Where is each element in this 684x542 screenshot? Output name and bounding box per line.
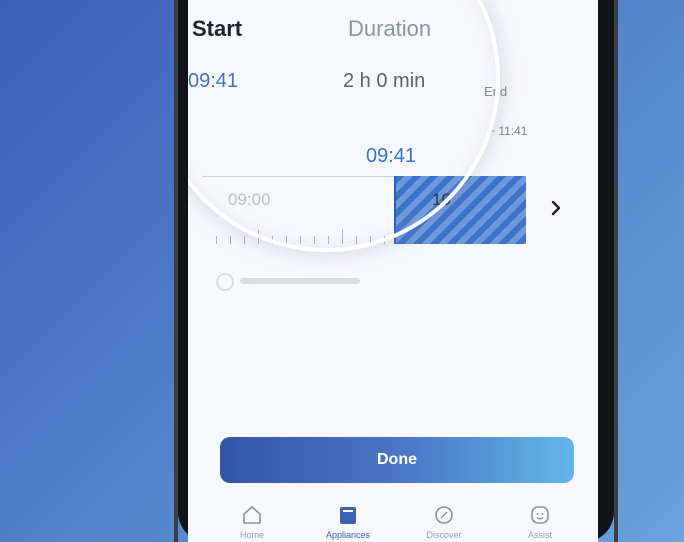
app-screen: Start Duration 09:41 2 h 0 min End ~ 11:… — [188, 0, 598, 542]
tab-label-appliances: Appliances — [325, 530, 371, 540]
start-time-value[interactable]: 09:41 — [188, 70, 238, 93]
end-label: End — [484, 84, 508, 99]
timeline-label-0900: 09:00 — [228, 190, 271, 209]
done-button[interactable]: Done — [220, 437, 574, 483]
timeline-ticks — [216, 230, 516, 244]
home-icon — [243, 505, 261, 524]
duration-value[interactable]: 2 h 0 min — [343, 70, 425, 93]
tab-appliances[interactable]: Appliances — [298, 492, 398, 542]
chevron-right-icon[interactable] — [550, 200, 562, 221]
radio-icon — [216, 273, 234, 291]
end-time-value: ~ 11:41 — [488, 124, 528, 138]
appliances-icon — [340, 507, 356, 524]
smiley-icon — [531, 506, 549, 524]
bottom-tab-bar: Home Appliances Discover Assist — [188, 492, 598, 542]
faded-option-row — [216, 270, 366, 292]
tab-discover[interactable]: Discover — [394, 492, 494, 542]
tab-label-discover: Discover — [426, 530, 462, 540]
tab-label-assist: Assist — [527, 530, 552, 540]
tab-label-home: Home — [239, 530, 264, 540]
start-label: Start — [192, 16, 243, 41]
tab-assist[interactable]: Assist — [490, 492, 590, 542]
duration-label: Duration — [348, 16, 432, 41]
tab-home[interactable]: Home — [202, 492, 302, 542]
compass-icon — [435, 506, 453, 524]
timeline-pointer-time: 09:41 — [366, 145, 417, 167]
timeline-label-10: 10 — [432, 190, 451, 209]
